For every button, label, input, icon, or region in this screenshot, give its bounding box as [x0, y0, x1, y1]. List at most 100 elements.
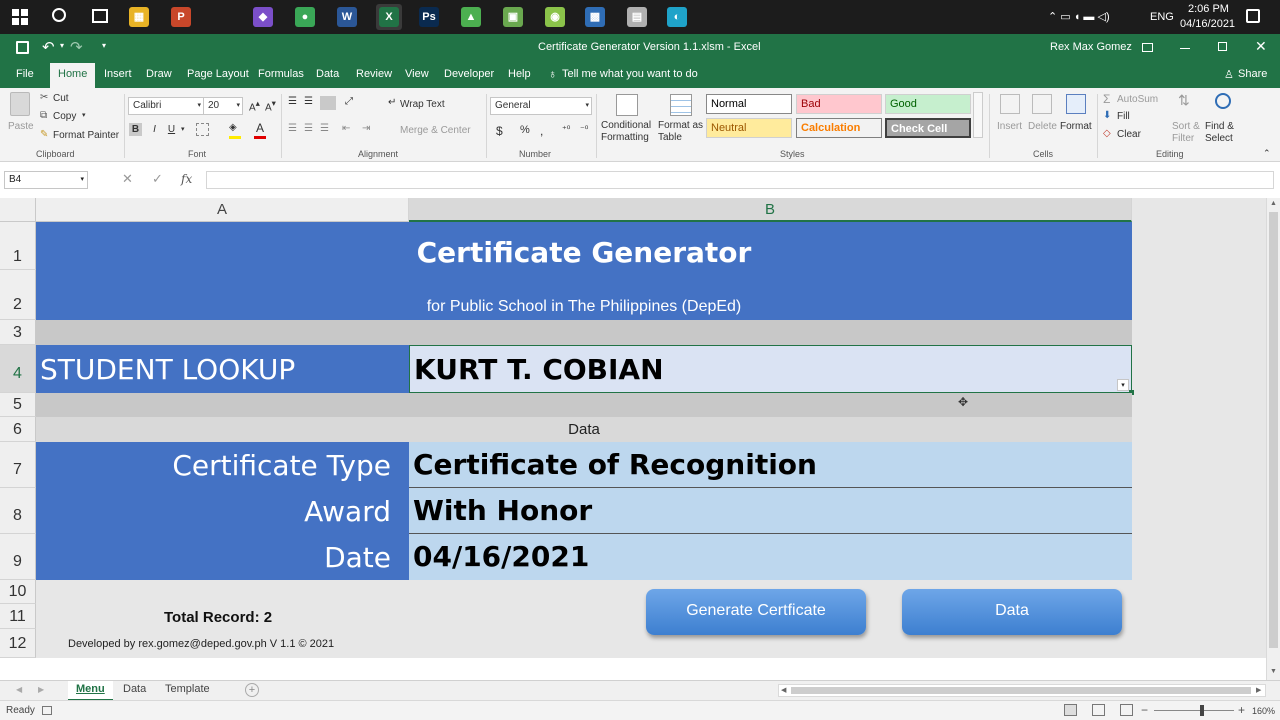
tab-developer[interactable]: Developer — [444, 68, 494, 80]
align-bottom-icon[interactable] — [320, 96, 336, 110]
horizontal-scrollbar[interactable]: ◀ ▶ — [778, 684, 1266, 697]
wrap-text-icon[interactable]: ↵ — [388, 97, 396, 108]
ribbon-display-icon[interactable] — [1142, 43, 1153, 52]
undo-dropdown-icon[interactable]: ▾ — [60, 41, 64, 50]
decrease-font-icon[interactable]: A▾ — [265, 98, 276, 113]
data-header-cell[interactable]: Data — [36, 417, 1132, 442]
align-right-icon[interactable]: ☰ — [320, 123, 329, 134]
file-explorer-icon[interactable]: ▦ — [126, 4, 152, 30]
increase-decimal-icon[interactable]: ⁺⁰ — [562, 124, 570, 135]
styles-scroll[interactable] — [973, 92, 983, 138]
lookup-label-cell[interactable]: STUDENT LOOKUP — [36, 345, 409, 393]
clear-button[interactable]: Clear — [1117, 129, 1141, 140]
enter-icon[interactable]: ✓ — [152, 171, 163, 187]
name-box[interactable]: B4 ▾ — [4, 171, 88, 189]
scroll-up-icon[interactable]: ▲ — [1270, 200, 1277, 207]
add-sheet-icon[interactable]: + — [245, 683, 259, 697]
cancel-icon[interactable]: ✕ — [122, 171, 133, 187]
formula-input[interactable] — [206, 171, 1274, 189]
redo-icon[interactable]: ↷ — [70, 38, 83, 56]
field-value-cell[interactable]: Certificate of Recognition — [409, 442, 1132, 488]
edge-icon[interactable]: ◐ — [664, 4, 690, 30]
currency-icon[interactable]: $ — [496, 124, 503, 138]
tab-page-layout[interactable]: Page Layout — [187, 68, 249, 80]
tab-home[interactable]: Home — [50, 63, 96, 88]
scroll-down-icon[interactable]: ▼ — [1270, 668, 1277, 675]
photos-icon[interactable]: ▩ — [582, 4, 608, 30]
app-green-icon[interactable]: ▣ — [500, 4, 526, 30]
field-value-cell[interactable]: With Honor — [409, 488, 1132, 534]
font-name-combo[interactable]: Calibri ▾ — [128, 97, 204, 115]
insert-cells-button[interactable]: Insert — [997, 121, 1022, 132]
sheet-empty-area[interactable] — [1132, 198, 1266, 658]
generate-certificate-button[interactable]: Generate Certficate — [646, 589, 866, 635]
sort-filter-icon[interactable]: ⇅ — [1178, 92, 1190, 109]
row-header[interactable]: 3 — [0, 320, 36, 345]
restore-icon[interactable] — [1218, 42, 1227, 51]
style-neutral[interactable]: Neutral — [706, 118, 792, 138]
fill-icon[interactable]: ⬇ — [1103, 110, 1111, 121]
row-header[interactable]: 2 — [0, 270, 36, 320]
cut-button[interactable]: Cut — [53, 93, 69, 104]
lookup-value-cell[interactable]: KURT T. COBIAN ▾ — [409, 345, 1132, 393]
conditional-formatting-button[interactable]: Conditional Formatting — [601, 120, 657, 144]
row-header[interactable]: 6 — [0, 417, 36, 442]
bold-icon[interactable]: B — [129, 123, 142, 136]
powerpoint-icon[interactable]: P — [168, 4, 194, 30]
row-header[interactable]: 5 — [0, 393, 36, 417]
share-button[interactable]: Share — [1238, 68, 1267, 80]
copy-icon[interactable]: ⧉ — [40, 110, 47, 121]
column-header-b[interactable]: B — [409, 198, 1132, 222]
media-app-icon[interactable]: ▲ — [458, 4, 484, 30]
sheet-tab-data[interactable]: Data — [115, 681, 154, 701]
format-cells-icon[interactable] — [1066, 94, 1086, 114]
format-as-table-icon[interactable] — [670, 94, 692, 116]
borders-icon[interactable] — [196, 123, 209, 136]
language-indicator[interactable]: ENG — [1150, 11, 1174, 23]
zoom-out-icon[interactable]: − — [1141, 703, 1148, 717]
format-cells-button[interactable]: Format — [1060, 121, 1092, 132]
row-header[interactable]: 10 — [0, 580, 36, 604]
scroll-thumb[interactable] — [791, 687, 1251, 694]
scroll-left-icon[interactable]: ◀ — [781, 686, 786, 694]
tab-view[interactable]: View — [405, 68, 429, 80]
delete-cells-icon[interactable] — [1032, 94, 1052, 114]
font-color-icon[interactable]: A — [256, 121, 264, 135]
row-header[interactable]: 9 — [0, 534, 36, 580]
row-header[interactable]: 4 — [0, 345, 36, 393]
page-break-view-icon[interactable] — [1120, 704, 1133, 716]
title-banner[interactable]: Certificate Generator for Public School … — [36, 222, 1132, 320]
dropdown-arrow-icon[interactable]: ▾ — [1117, 379, 1129, 391]
word-icon[interactable]: W — [334, 4, 360, 30]
italic-icon[interactable]: I — [148, 123, 161, 136]
tab-review[interactable]: Review — [356, 68, 392, 80]
column-header-a[interactable]: A — [36, 198, 409, 222]
wrap-text-button[interactable]: Wrap Text — [400, 99, 445, 110]
conditional-formatting-icon[interactable] — [616, 94, 638, 116]
tab-formulas[interactable]: Formulas — [258, 68, 304, 80]
row-header[interactable]: 11 — [0, 604, 36, 629]
cut-icon[interactable]: ✂ — [40, 92, 48, 103]
clock-time[interactable]: 2:06 PM — [1188, 3, 1229, 15]
tab-scroll-right-icon[interactable]: ▶ — [38, 685, 44, 694]
windows-start-icon[interactable] — [12, 9, 28, 25]
visual-studio-icon[interactable]: ◆ — [250, 4, 276, 30]
paste-button[interactable]: Paste — [8, 121, 34, 132]
align-left-icon[interactable]: ☰ — [288, 123, 297, 134]
zoom-slider-thumb[interactable] — [1200, 705, 1204, 716]
style-bad[interactable]: Bad — [796, 94, 882, 114]
zoom-slider[interactable] — [1154, 710, 1234, 711]
chrome-icon[interactable]: ● — [292, 4, 318, 30]
vertical-scrollbar[interactable]: ▲ ▼ — [1266, 198, 1280, 680]
find-icon[interactable] — [1215, 93, 1231, 109]
delete-cells-button[interactable]: Delete — [1028, 121, 1057, 132]
font-size-combo[interactable]: 20 ▾ — [203, 97, 243, 115]
style-good[interactable]: Good — [885, 94, 971, 114]
style-normal[interactable]: Normal — [706, 94, 792, 114]
zoom-level[interactable]: 160% — [1252, 706, 1275, 716]
paste-icon[interactable] — [10, 92, 30, 116]
tab-file[interactable]: File — [16, 68, 34, 80]
row-header[interactable]: 12 — [0, 629, 36, 658]
row-header[interactable]: 7 — [0, 442, 36, 488]
field-value-cell[interactable]: 04/16/2021 — [409, 534, 1132, 580]
